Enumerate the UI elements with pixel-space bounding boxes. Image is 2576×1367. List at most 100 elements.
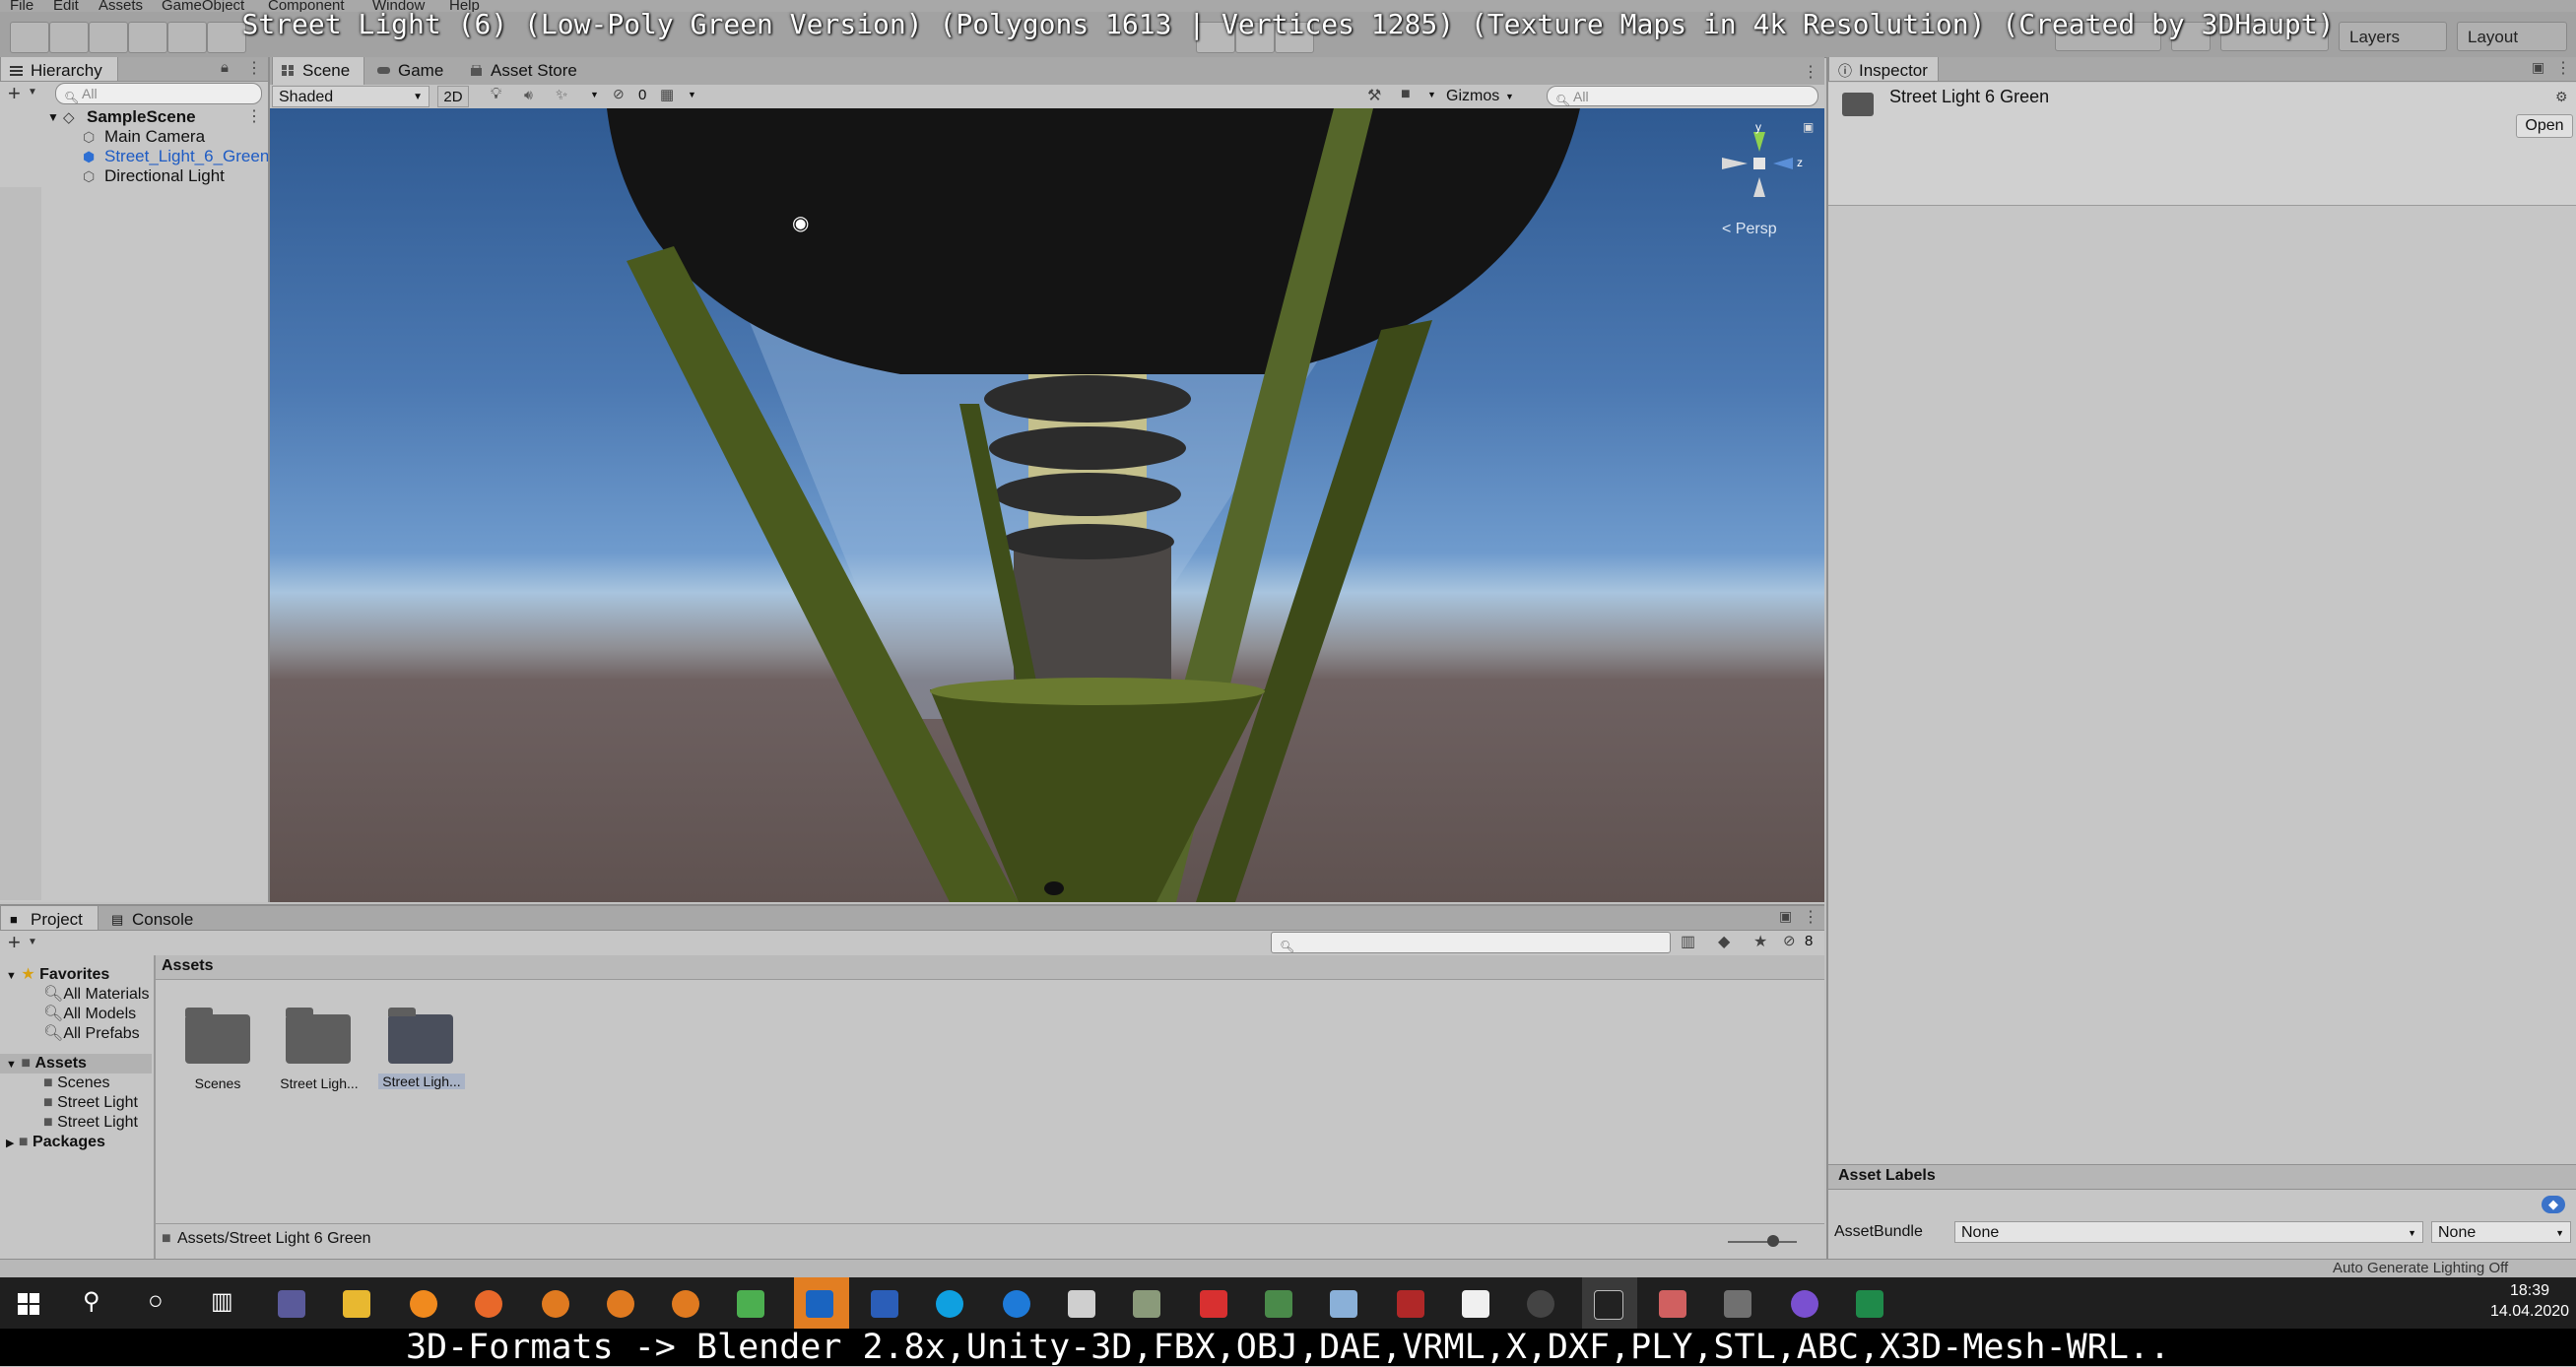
icon-size-slider-handle[interactable] [1767, 1235, 1779, 1247]
tools-icon[interactable]: ⚒ [1367, 86, 1381, 105]
chevron-down-icon[interactable]: ▼ [688, 90, 696, 99]
image-editor-icon[interactable] [737, 1290, 764, 1318]
firefox-icon[interactable] [475, 1290, 502, 1318]
lock-icon[interactable]: ▣ [1803, 120, 1814, 134]
tree-favorites[interactable]: ▼ ★ Favorites [6, 965, 109, 985]
toggle-2d-button[interactable]: 2D [437, 86, 469, 107]
grid-toggle-icon[interactable]: ▦ [660, 86, 674, 103]
orientation-gizmo[interactable]: y z ▣ [1708, 120, 1816, 221]
tab-hierarchy[interactable]: Hierarchy [0, 57, 118, 81]
excel-icon[interactable] [1856, 1290, 1883, 1318]
hierarchy-search-placeholder: All [82, 86, 98, 101]
kebab-menu-icon[interactable]: ⋮ [246, 106, 262, 128]
asset-folder-scenes[interactable]: Scenes [183, 1008, 262, 1103]
hierarchy-search-input[interactable]: 🔍︎ All [55, 83, 262, 104]
edge-icon[interactable] [1003, 1290, 1030, 1318]
add-icon[interactable]: + [8, 81, 21, 106]
kebab-menu-icon[interactable]: ⋮ [246, 58, 262, 78]
scene-viewport[interactable]: ◉ y z ▣ < Persp [270, 108, 1824, 902]
add-icon[interactable]: + [8, 930, 21, 955]
scene-search-input[interactable]: 🔍︎ All [1547, 86, 1818, 107]
tree-folder-street-light[interactable]: ■ Street Light [43, 1093, 138, 1113]
assetbundle-dropdown[interactable]: None ▼ [1954, 1221, 2423, 1243]
scene-root-row[interactable]: ▼ ◇ SampleScene ⋮ [0, 106, 266, 128]
maps-icon[interactable] [1791, 1290, 1818, 1318]
tree-favorite-item[interactable]: 🔍︎All Models [43, 1005, 136, 1024]
shading-mode-dropdown[interactable]: Shaded ▼ [272, 86, 429, 107]
inkscape-icon[interactable] [1330, 1290, 1357, 1318]
chevron-down-icon[interactable]: ▼ [47, 106, 59, 128]
tab-game[interactable]: Game [368, 57, 459, 85]
kebab-menu-icon[interactable]: ⋮ [2555, 58, 2571, 78]
lock-icon[interactable]: 🔒︎ [221, 59, 229, 76]
tree-assets[interactable]: ▼ ■ Assets [0, 1054, 152, 1074]
blender-icon[interactable] [672, 1290, 699, 1318]
assetbundle-variant-dropdown[interactable]: None ▼ [2431, 1221, 2571, 1243]
filter-label-icon[interactable]: ◆ [1718, 932, 1730, 951]
lock-icon[interactable]: ▣ [1779, 908, 1792, 925]
calculator-icon[interactable] [1724, 1290, 1751, 1318]
persp-label[interactable]: < Persp [1722, 221, 1777, 238]
tag-icon[interactable]: ◆ [2542, 1196, 2565, 1213]
vivaldi-icon[interactable] [1200, 1290, 1227, 1318]
blender-icon[interactable] [542, 1290, 569, 1318]
tree-folder-scenes[interactable]: ■ Scenes [43, 1074, 110, 1093]
tab-project[interactable]: ■ Project [0, 906, 99, 930]
skype-icon[interactable] [936, 1290, 963, 1318]
tree-favorite-item[interactable]: 🔍︎All Prefabs [43, 1024, 140, 1044]
paint-icon[interactable] [1659, 1290, 1686, 1318]
tree-folder-street-light[interactable]: ■ Street Light [43, 1113, 138, 1133]
hierarchy-item-main-camera[interactable]: ⬡ Main Camera [0, 126, 266, 148]
app-icon[interactable] [1133, 1290, 1160, 1318]
icon-size-slider[interactable] [1728, 1241, 1797, 1243]
asset-folder-street-light-selected[interactable]: Street Ligh... [378, 1008, 467, 1103]
tree-packages[interactable]: ▶ ■ Packages [6, 1133, 105, 1152]
tab-console[interactable]: ▤ Console [102, 906, 211, 930]
access-icon[interactable] [1397, 1290, 1424, 1318]
tab-asset-store[interactable]: Asset Store [461, 57, 599, 85]
unity-icon[interactable] [1594, 1290, 1623, 1320]
tab-scene[interactable]: Scene [272, 57, 364, 85]
tab-inspector[interactable]: ⓘ Inspector [1828, 57, 1939, 81]
lighting-toggle-icon[interactable]: 💡︎ [491, 86, 501, 103]
chevron-down-icon[interactable]: ▼ [28, 937, 37, 947]
word-icon[interactable] [871, 1290, 898, 1318]
windows-start-icon[interactable] [18, 1293, 39, 1315]
chevron-down-icon[interactable]: ▼ [28, 87, 37, 98]
project-search-input[interactable]: 🔍︎ [1271, 932, 1671, 953]
gear-icon[interactable]: ⚙ [2555, 89, 2568, 105]
obs-icon[interactable] [1527, 1290, 1554, 1318]
open-button[interactable]: Open [2516, 114, 2573, 138]
flame-app-icon[interactable] [410, 1290, 437, 1318]
lock-icon[interactable]: ▣ [2532, 59, 2544, 76]
effects-toggle-icon[interactable]: ✨︎ [556, 87, 567, 103]
kebab-menu-icon[interactable]: ⋮ [1803, 907, 1818, 927]
audio-toggle-icon[interactable]: 🔊︎ [524, 87, 533, 103]
outlook-icon[interactable] [806, 1290, 833, 1318]
asset-labels-header[interactable]: Asset Labels [1828, 1164, 2576, 1190]
tab-project-label: Project [31, 910, 83, 929]
tree-favorite-item[interactable]: 🔍︎All Materials [43, 985, 149, 1005]
asset-folder-street-light[interactable]: Street Ligh... [278, 1008, 361, 1103]
hierarchy-item-directional-light[interactable]: ⬡ Directional Light [0, 165, 266, 187]
blender-icon[interactable] [607, 1290, 634, 1318]
hidden-objects-icon[interactable]: ⊘ [613, 86, 625, 102]
chevron-down-icon[interactable]: ▼ [590, 90, 599, 99]
app-icon[interactable] [1265, 1290, 1292, 1318]
save-app-icon[interactable] [278, 1290, 305, 1318]
hierarchy-item-street-light[interactable]: ⬢ Street_Light_6_Green [0, 146, 268, 167]
unity-hub-icon[interactable] [1462, 1290, 1489, 1318]
camera-icon[interactable]: ■ [1401, 86, 1411, 103]
cortana-icon[interactable]: ○ [148, 1285, 164, 1316]
file-explorer-icon[interactable] [343, 1290, 370, 1318]
filter-type-icon[interactable]: ▥ [1681, 932, 1695, 951]
chevron-down-icon[interactable]: ▼ [1427, 90, 1436, 99]
favorite-star-icon[interactable]: ★ [1753, 932, 1767, 951]
gizmos-dropdown[interactable]: Gizmos ▼ [1442, 86, 1517, 107]
kebab-menu-icon[interactable]: ⋮ [1803, 62, 1818, 82]
hidden-packages-icon[interactable]: ⊘ [1783, 932, 1796, 949]
task-view-icon[interactable]: ▥ [211, 1287, 233, 1316]
street-light-model [607, 108, 1580, 902]
search-icon[interactable]: ⚲ [83, 1287, 100, 1316]
3d-viewer-icon[interactable] [1068, 1290, 1095, 1318]
